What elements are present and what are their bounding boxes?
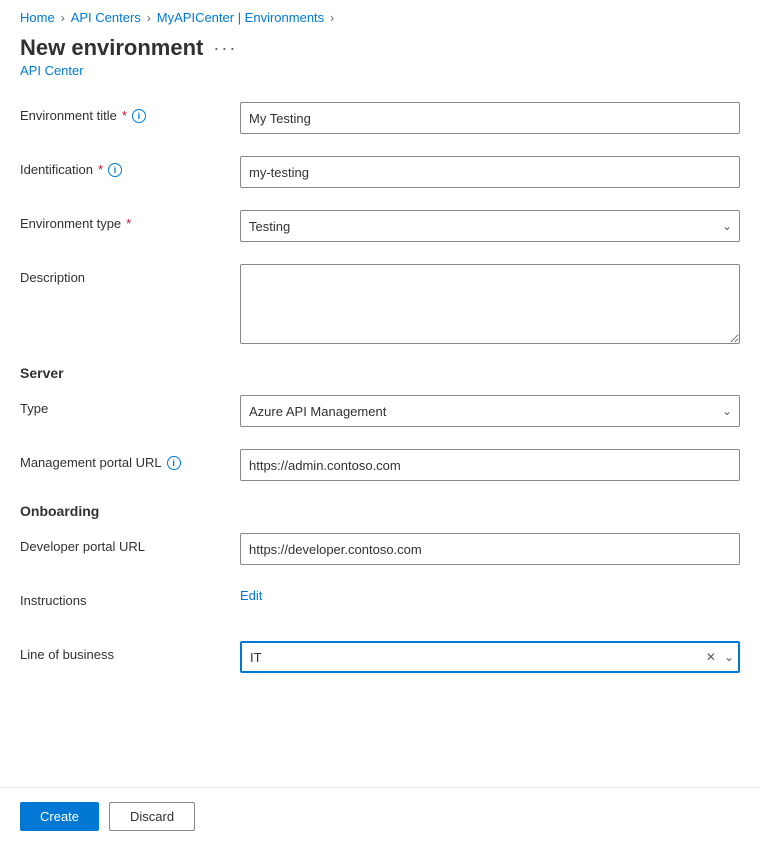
environment-title-input[interactable] [240,102,740,134]
identification-label: Identification * i [20,156,240,177]
environment-title-label: Environment title * i [20,102,240,123]
line-of-business-combo-wrapper: ✕ ⌄ [240,641,740,673]
identification-info-icon[interactable]: i [108,163,122,177]
instructions-label: Instructions [20,587,240,608]
environment-type-select[interactable]: Development Testing Staging Production [240,210,740,242]
developer-portal-url-label: Developer portal URL [20,533,240,554]
management-portal-url-control [240,449,740,481]
server-type-control: Azure API Management AWS API Gateway Goo… [240,395,740,427]
breadcrumb: Home › API Centers › MyAPICenter | Envir… [0,0,760,31]
breadcrumb-sep-2: › [147,11,151,25]
developer-portal-url-row: Developer portal URL [20,533,740,569]
environment-type-required-marker: * [126,216,131,231]
create-button[interactable]: Create [20,802,99,831]
management-portal-url-input[interactable] [240,449,740,481]
page-header: New environment ··· [0,31,760,63]
identification-input[interactable] [240,156,740,188]
server-type-label: Type [20,395,240,416]
server-type-select[interactable]: Azure API Management AWS API Gateway Goo… [240,395,740,427]
form-body: Environment title * i Identification * i… [0,94,760,795]
management-portal-url-info-icon[interactable]: i [167,456,181,470]
breadcrumb-home[interactable]: Home [20,10,55,25]
environment-type-row: Environment type * Development Testing S… [20,210,740,246]
environment-type-label: Environment type * [20,210,240,231]
description-control [240,264,740,347]
discard-button[interactable]: Discard [109,802,195,831]
instructions-control: Edit [240,587,740,603]
page-title: New environment [20,35,203,61]
line-of-business-label: Line of business [20,641,240,662]
line-of-business-clear-icon[interactable]: ✕ [704,648,718,666]
identification-control [240,156,740,188]
page-subtitle: API Center [0,63,760,94]
identification-row: Identification * i [20,156,740,192]
footer: Create Discard [0,787,760,845]
combo-actions: ✕ ⌄ [704,648,736,666]
server-type-select-wrapper: Azure API Management AWS API Gateway Goo… [240,395,740,427]
onboarding-section-header: Onboarding [20,503,740,519]
description-label: Description [20,264,240,285]
environment-title-info-icon[interactable]: i [132,109,146,123]
developer-portal-url-input[interactable] [240,533,740,565]
required-marker: * [122,108,127,123]
line-of-business-control: ✕ ⌄ [240,641,740,673]
environment-type-control: Development Testing Staging Production ⌄ [240,210,740,242]
line-of-business-chevron-icon[interactable]: ⌄ [722,648,736,666]
instructions-edit-link[interactable]: Edit [240,588,262,603]
management-portal-url-row: Management portal URL i [20,449,740,485]
identification-required-marker: * [98,162,103,177]
server-type-row: Type Azure API Management AWS API Gatewa… [20,395,740,431]
environment-type-select-wrapper: Development Testing Staging Production ⌄ [240,210,740,242]
breadcrumb-sep-3: › [330,11,334,25]
description-textarea[interactable] [240,264,740,344]
developer-portal-url-control [240,533,740,565]
breadcrumb-api-centers[interactable]: API Centers [71,10,141,25]
environment-title-control [240,102,740,134]
environment-title-row: Environment title * i [20,102,740,138]
description-row: Description [20,264,740,347]
form-container: Environment title * i Identification * i… [0,94,760,715]
line-of-business-row: Line of business ✕ ⌄ [20,641,740,677]
line-of-business-input[interactable] [240,641,740,673]
management-portal-url-label: Management portal URL i [20,449,240,470]
breadcrumb-environments[interactable]: MyAPICenter | Environments [157,10,324,25]
breadcrumb-sep-1: › [61,11,65,25]
more-options-icon[interactable]: ··· [213,38,237,59]
server-section-header: Server [20,365,740,381]
instructions-row: Instructions Edit [20,587,740,623]
